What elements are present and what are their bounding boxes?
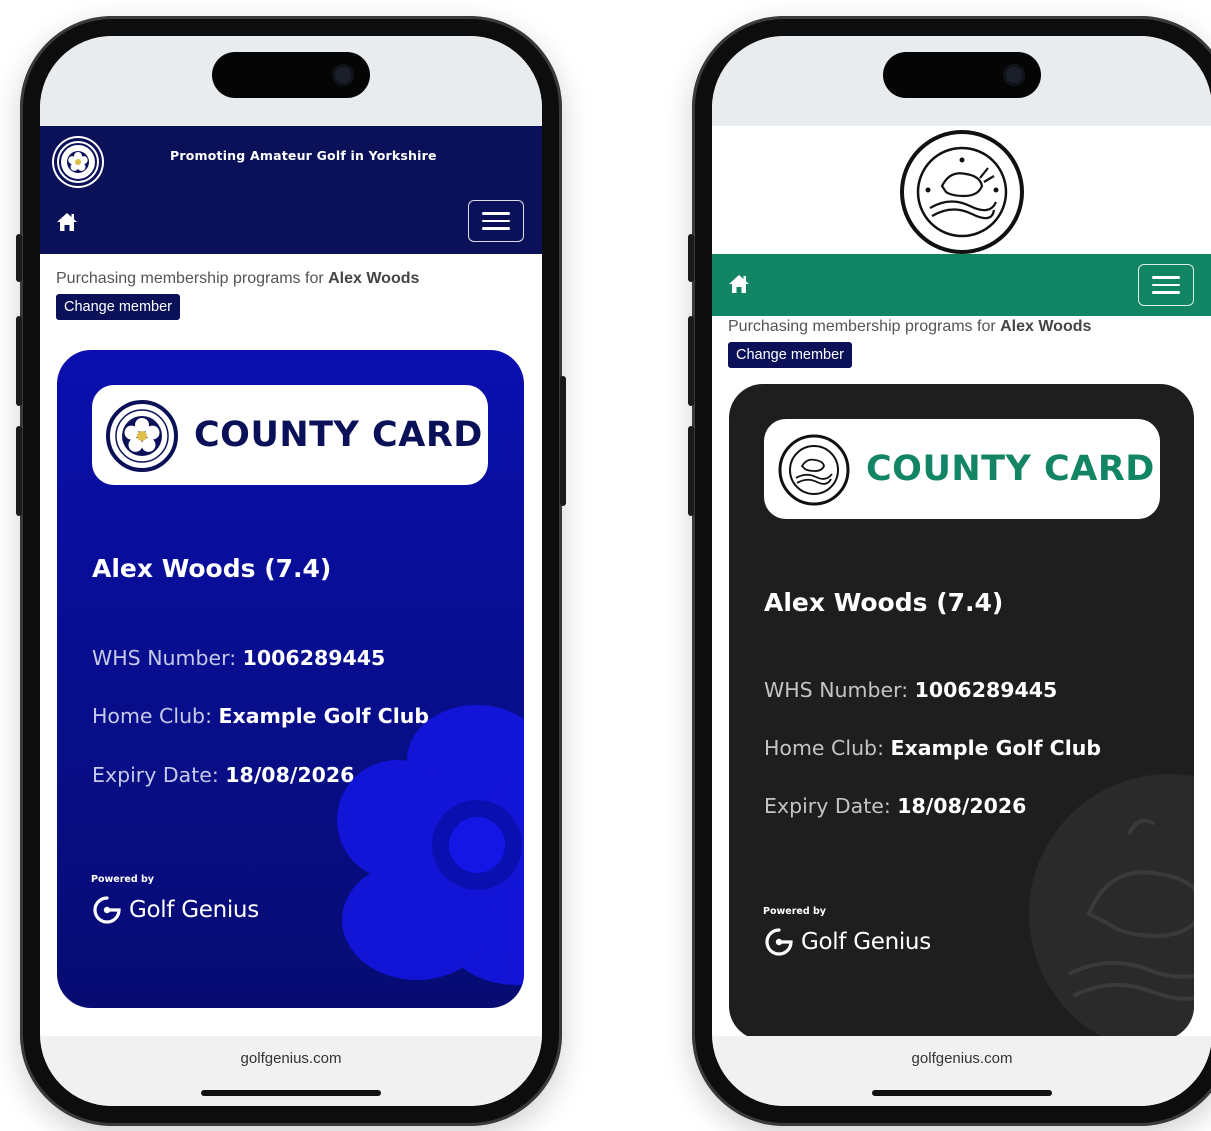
member-name: Alex Woods bbox=[1000, 318, 1092, 335]
golf-genius-logo: Golf Genius bbox=[91, 894, 259, 926]
golf-genius-icon bbox=[765, 928, 793, 956]
home-icon[interactable] bbox=[728, 274, 750, 294]
oxfordshire-ladies-golf-crest-icon bbox=[778, 434, 850, 506]
whs-value: 1006289445 bbox=[914, 678, 1058, 702]
county-card: COUNTY CARD Alex Woods (7.4) WHS Number:… bbox=[57, 350, 524, 1008]
camera-icon bbox=[332, 64, 354, 86]
purchase-prefix: Purchasing membership programs for bbox=[728, 318, 1001, 335]
golf-genius-icon bbox=[93, 896, 121, 924]
home-indicator[interactable] bbox=[201, 1090, 381, 1096]
rose-watermark-icon bbox=[337, 705, 524, 985]
card-title: COUNTY CARD bbox=[866, 449, 1155, 489]
camera-icon bbox=[1003, 64, 1025, 86]
county-card: COUNTY CARD Alex Woods (7.4) WHS Number:… bbox=[729, 384, 1194, 1040]
volume-up-button bbox=[16, 316, 22, 406]
screen: Purchasing membership programs for Alex … bbox=[712, 36, 1211, 1106]
volume-down-button bbox=[16, 426, 22, 516]
browser-footer: golfgenius.com bbox=[712, 1036, 1211, 1106]
powered-by-label: Powered by bbox=[763, 906, 826, 917]
home-club-row: Home Club: Example Golf Club bbox=[92, 704, 429, 728]
expiry-value: 18/08/2026 bbox=[225, 763, 355, 787]
club-label: Home Club: bbox=[764, 736, 891, 760]
status-bar bbox=[712, 36, 1211, 126]
hamburger-menu-button[interactable] bbox=[1138, 264, 1194, 306]
card-title-box: COUNTY CARD bbox=[92, 385, 488, 485]
hamburger-menu-button[interactable] bbox=[468, 200, 524, 242]
whs-label: WHS Number: bbox=[92, 646, 243, 670]
site-tagline: Promoting Amateur Golf in Yorkshire bbox=[170, 148, 437, 163]
screen: Promoting Amateur Golf in Yorkshire Purc… bbox=[40, 36, 542, 1106]
yorkshire-rose-crest-icon bbox=[106, 400, 178, 472]
dynamic-island bbox=[883, 52, 1041, 98]
site-header: Promoting Amateur Golf in Yorkshire bbox=[40, 126, 542, 254]
site-header bbox=[712, 126, 1211, 254]
card-title-box: COUNTY CARD bbox=[764, 419, 1160, 519]
golf-genius-logo: Golf Genius bbox=[763, 926, 931, 958]
expiry-label: Expiry Date: bbox=[92, 763, 226, 787]
expiry-label: Expiry Date: bbox=[764, 794, 898, 818]
home-icon[interactable] bbox=[56, 212, 78, 232]
action-button bbox=[688, 234, 694, 282]
purchase-prefix: Purchasing membership programs for bbox=[56, 270, 329, 287]
whs-number-row: WHS Number: 1006289445 bbox=[764, 678, 1057, 702]
power-button bbox=[560, 376, 566, 506]
action-button bbox=[16, 234, 22, 282]
whs-number-row: WHS Number: 1006289445 bbox=[92, 646, 385, 670]
dynamic-island bbox=[212, 52, 370, 98]
club-label: Home Club: bbox=[92, 704, 219, 728]
member-name-handicap: Alex Woods (7.4) bbox=[764, 588, 1004, 617]
crest-watermark-icon bbox=[1029, 774, 1194, 1040]
home-club-row: Home Club: Example Golf Club bbox=[764, 736, 1101, 760]
purchase-info: Purchasing membership programs for Alex … bbox=[728, 318, 1091, 336]
golf-genius-brand: Golf Genius bbox=[129, 897, 259, 923]
url-label[interactable]: golfgenius.com bbox=[40, 1050, 542, 1067]
change-member-button[interactable]: Change member bbox=[728, 342, 852, 368]
expiry-date-row: Expiry Date: 18/08/2026 bbox=[764, 794, 1026, 818]
oxfordshire-ladies-golf-crest-icon[interactable] bbox=[900, 130, 1024, 254]
member-name: Alex Woods bbox=[328, 270, 420, 287]
volume-up-button bbox=[688, 316, 694, 406]
yorkshire-rose-crest-icon[interactable] bbox=[54, 138, 102, 186]
expiry-date-row: Expiry Date: 18/08/2026 bbox=[92, 763, 354, 787]
home-indicator[interactable] bbox=[872, 1090, 1052, 1096]
volume-down-button bbox=[688, 426, 694, 516]
phone-right: Purchasing membership programs for Alex … bbox=[688, 16, 1211, 1126]
url-label[interactable]: golfgenius.com bbox=[712, 1050, 1211, 1067]
change-member-button[interactable]: Change member bbox=[56, 294, 180, 320]
browser-footer: golfgenius.com bbox=[40, 1036, 542, 1106]
status-bar bbox=[40, 36, 542, 126]
card-title: COUNTY CARD bbox=[194, 415, 483, 455]
golf-genius-brand: Golf Genius bbox=[801, 929, 931, 955]
club-value: Example Golf Club bbox=[890, 736, 1102, 760]
nav-bar bbox=[712, 254, 1211, 316]
expiry-value: 18/08/2026 bbox=[897, 794, 1027, 818]
club-value: Example Golf Club bbox=[218, 704, 430, 728]
purchase-info: Purchasing membership programs for Alex … bbox=[56, 270, 419, 288]
whs-value: 1006289445 bbox=[242, 646, 386, 670]
member-name-handicap: Alex Woods (7.4) bbox=[92, 554, 332, 583]
phone-left: Promoting Amateur Golf in Yorkshire Purc… bbox=[16, 16, 566, 1126]
whs-label: WHS Number: bbox=[764, 678, 915, 702]
powered-by-label: Powered by bbox=[91, 874, 154, 885]
